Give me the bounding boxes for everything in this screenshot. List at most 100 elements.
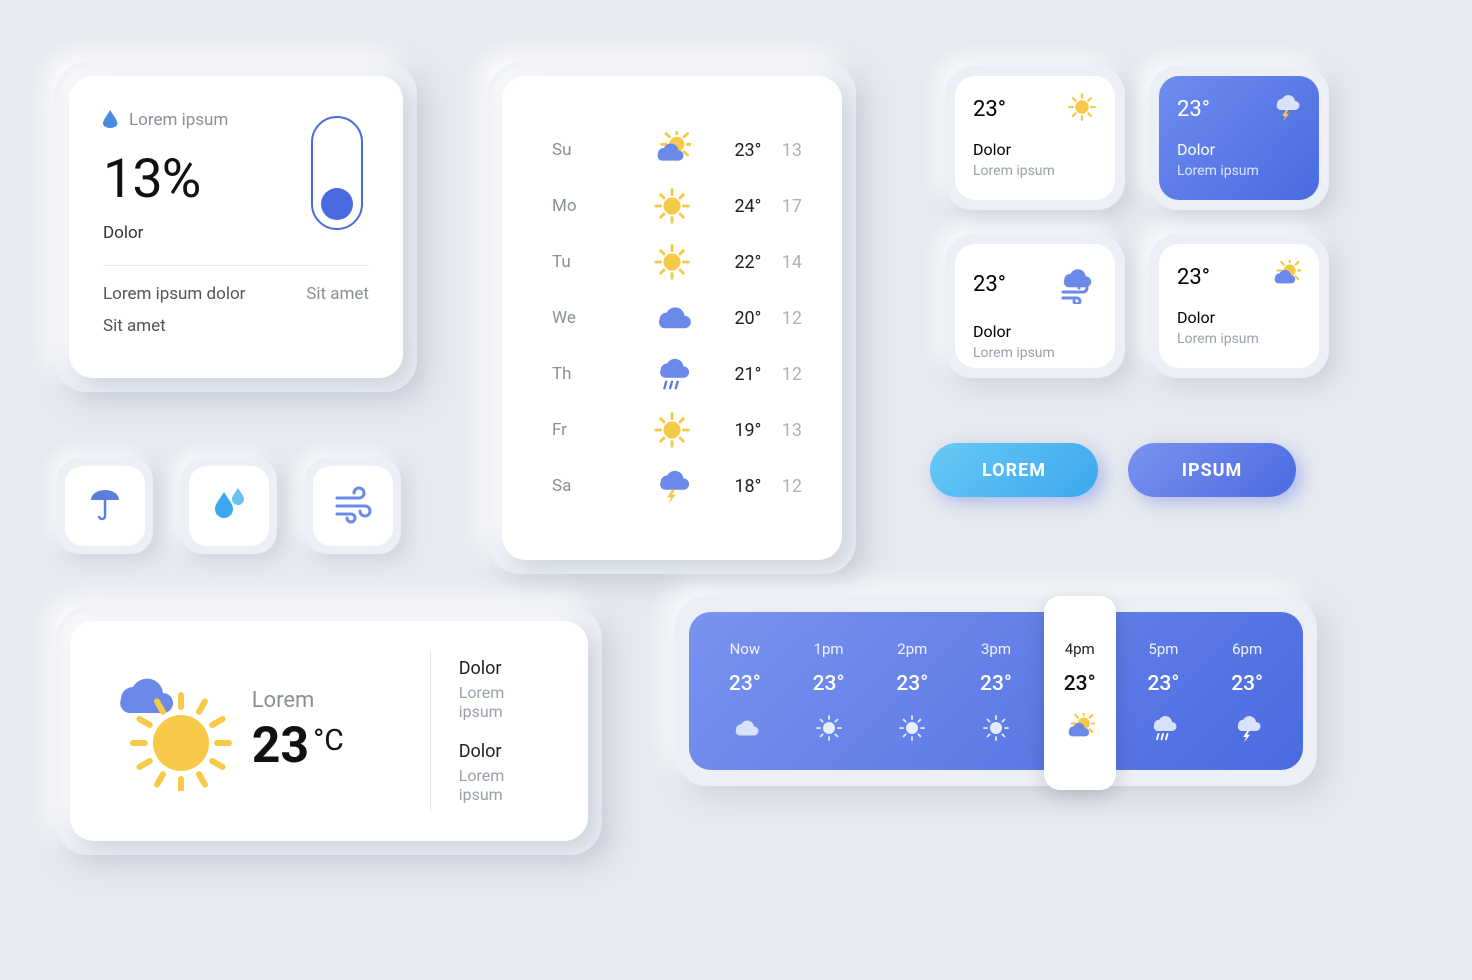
small-sub: Lorem ipsum <box>973 345 1097 361</box>
current-temp: 23°C <box>252 717 402 775</box>
current-temp-value: 23 <box>252 717 309 775</box>
detail-sub: Lorem ipsum <box>459 766 552 804</box>
hourly-temp: 23° <box>1064 672 1096 696</box>
hourly-temp: 23° <box>896 672 928 696</box>
partly-icon <box>629 131 715 169</box>
small-card-wrap: 23° Dolor Lorem ipsum <box>1149 66 1329 210</box>
hourly-time: 3pm <box>981 640 1011 658</box>
storm-w2-icon <box>1232 710 1262 746</box>
small-card-wrap: 23° Dolor Lorem ipsum <box>1149 234 1329 378</box>
forecast-day: Sa <box>552 476 629 496</box>
forecast-hi: 21° <box>715 364 761 385</box>
forecast-row[interactable]: Sa 18° 12 <box>552 458 802 514</box>
current-weather-mid: Lorem 23°C <box>252 688 402 775</box>
drop-icon <box>103 110 119 130</box>
small-title: Dolor <box>1177 308 1301 327</box>
forecast-hi: 24° <box>715 196 761 217</box>
small-card-wrap: 23° Dolor Lorem ipsum <box>945 66 1125 210</box>
detail-title: Dolor <box>459 658 552 679</box>
icon-tile[interactable] <box>65 466 145 546</box>
forecast-row[interactable]: Th 21° 12 <box>552 346 802 402</box>
row1-right: Sit amet <box>306 284 369 304</box>
hourly-time: 5pm <box>1148 640 1178 658</box>
humidity-card: Lorem ipsum 13% Dolor Lorem ipsum dolor … <box>69 76 403 378</box>
sun-icon <box>629 411 715 449</box>
forecast-row[interactable]: Su 23° 13 <box>552 122 802 178</box>
forecast-day: Th <box>552 364 629 384</box>
humidity-label: Lorem ipsum <box>129 110 228 130</box>
forecast-row[interactable]: We 20° 12 <box>552 290 802 346</box>
hourly-item[interactable]: 6pm 23° <box>1205 640 1289 746</box>
small-sub: Lorem ipsum <box>1177 163 1301 179</box>
small-temp: 23° <box>973 272 1006 297</box>
forecast-row[interactable]: Tu 22° 14 <box>552 234 802 290</box>
icon-tile-wrap <box>305 458 401 554</box>
hourly-forecast: Now 23° 1pm 23° 2pm 23° 3pm 23° 4pm 23° … <box>689 612 1303 770</box>
divider <box>430 651 431 811</box>
humidity-toggle[interactable] <box>311 116 363 230</box>
storm-w-icon <box>1271 92 1301 126</box>
hourly-time: Now <box>730 640 761 658</box>
forecast-day: We <box>552 308 629 328</box>
hourly-time: 1pm <box>814 640 844 658</box>
small-title: Dolor <box>1177 140 1301 159</box>
current-detail: Dolor Lorem ipsum <box>459 658 552 721</box>
forecast-card: Su 23° 13 Mo 24° 17 Tu 22° 14 We 20° 12 … <box>502 76 842 560</box>
hourly-item[interactable]: 4pm 23° <box>1038 640 1122 746</box>
current-temp-unit: °C <box>313 723 344 758</box>
current-right: Dolor Lorem ipsumDolor Lorem ipsum <box>459 658 552 804</box>
row2-left: Sit amet <box>103 316 166 336</box>
forecast-lo: 12 <box>767 308 802 329</box>
hourly-temp: 23° <box>980 672 1012 696</box>
button-row: LOREM IPSUM <box>930 443 1296 497</box>
hourly-item[interactable]: 5pm 23° <box>1122 640 1206 746</box>
forecast-row[interactable]: Mo 24° 17 <box>552 178 802 234</box>
hourly-time: 4pm <box>1065 640 1095 658</box>
icon-tile[interactable] <box>189 466 269 546</box>
toggle-knob <box>321 188 353 220</box>
icon-tile[interactable] <box>313 466 393 546</box>
sun-icon <box>1067 92 1097 126</box>
forecast-lo: 14 <box>767 252 802 273</box>
forecast-row[interactable]: Fr 19° 13 <box>552 402 802 458</box>
small-weather-card[interactable]: 23° Dolor Lorem ipsum <box>1159 244 1319 368</box>
partly-icon <box>1065 710 1095 746</box>
sun-icon <box>629 243 715 281</box>
drops-icon <box>209 484 249 528</box>
storm-icon <box>629 467 715 505</box>
cloud-w-icon <box>730 710 760 746</box>
ipsum-button[interactable]: IPSUM <box>1128 443 1296 497</box>
hourly-item[interactable]: 3pm 23° <box>954 640 1038 746</box>
forecast-hi: 19° <box>715 420 761 441</box>
small-weather-card[interactable]: 23° Dolor Lorem ipsum <box>955 76 1115 200</box>
forecast-hi: 22° <box>715 252 761 273</box>
icon-tile-wrap <box>181 458 277 554</box>
small-cards-grid: 23° Dolor Lorem ipsum 23° Dolor Lorem ip… <box>945 66 1329 378</box>
lorem-button[interactable]: LOREM <box>930 443 1098 497</box>
hourly-time: 2pm <box>897 640 927 658</box>
umbrella-icon <box>85 484 125 528</box>
forecast-lo: 12 <box>767 364 802 385</box>
hourly-item[interactable]: 2pm 23° <box>870 640 954 746</box>
hourly-card-outer: Now 23° 1pm 23° 2pm 23° 3pm 23° 4pm 23° … <box>675 596 1317 786</box>
icon-tiles <box>57 458 401 554</box>
forecast-card-wrap: Su 23° 13 Mo 24° 17 Tu 22° 14 We 20° 12 … <box>488 62 856 574</box>
hourly-temp: 23° <box>1231 672 1263 696</box>
forecast-lo: 13 <box>767 420 802 441</box>
small-weather-card[interactable]: 23° Dolor Lorem ipsum <box>955 244 1115 368</box>
forecast-day: Fr <box>552 420 629 440</box>
sun-icon <box>629 187 715 225</box>
hourly-wrap: Now 23° 1pm 23° 2pm 23° 3pm 23° 4pm 23° … <box>675 596 1317 786</box>
partly-icon <box>1271 260 1301 294</box>
hourly-temp: 23° <box>729 672 761 696</box>
hourly-temp: 23° <box>813 672 845 696</box>
small-title: Dolor <box>973 322 1097 341</box>
sun-w-icon <box>981 710 1011 746</box>
detail-title: Dolor <box>459 741 552 762</box>
hourly-item[interactable]: Now 23° <box>703 640 787 746</box>
small-temp: 23° <box>1177 265 1210 290</box>
small-weather-card[interactable]: 23° Dolor Lorem ipsum <box>1159 76 1319 200</box>
current-weather-icon <box>98 671 248 791</box>
humidity-row-2: Sit amet <box>103 316 369 336</box>
hourly-item[interactable]: 1pm 23° <box>787 640 871 746</box>
